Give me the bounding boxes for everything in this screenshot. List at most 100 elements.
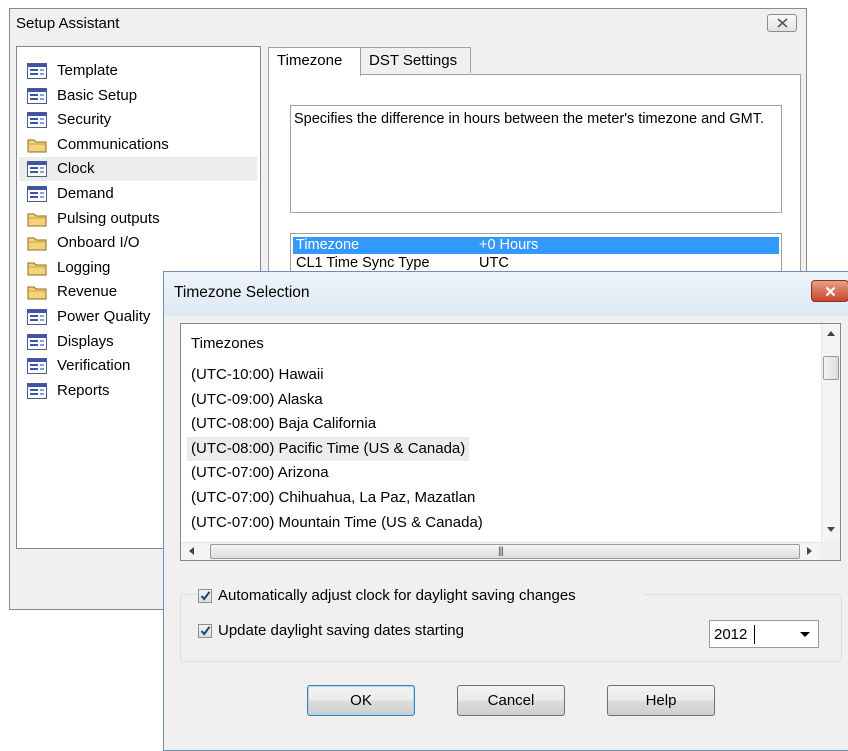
tree-item-template[interactable]: Template (19, 59, 257, 83)
chevron-down-icon[interactable] (800, 632, 810, 637)
tree-item-clock[interactable]: Clock (19, 157, 257, 182)
timezone-list-item[interactable]: (UTC-10:00) Hawaii (187, 363, 328, 387)
setup-title: Setup Assistant (16, 15, 120, 32)
cancel-button-label: Cancel (487, 692, 535, 709)
auto-adjust-label: Automatically adjust clock for daylight … (218, 587, 576, 604)
tree-item-label: Logging (57, 258, 111, 276)
description-box: Specifies the difference in hours betwee… (290, 105, 782, 213)
timezone-label: (UTC-08:00) Pacific Time (US & Canada) (191, 439, 466, 457)
close-icon (777, 18, 788, 28)
tree-item-security[interactable]: Security (19, 108, 257, 132)
tab-timezone-label: Timezone (277, 52, 343, 69)
tree-item-label: Demand (57, 185, 114, 202)
timezone-list-header: Timezones (191, 335, 264, 352)
horizontal-scrollbar[interactable]: ||| (181, 542, 821, 560)
setup-titlebar: Setup Assistant (10, 9, 806, 37)
tree-item-label: Clock (57, 160, 95, 178)
form-icon (27, 333, 47, 350)
tree-item-label: Power Quality (57, 308, 151, 325)
folder-icon (27, 260, 47, 276)
tab-dst-settings[interactable]: DST Settings (360, 47, 471, 73)
timezone-label: (UTC-07:00) Arizona (191, 464, 329, 482)
folder-icon (27, 235, 47, 251)
tz-close-button[interactable] (811, 280, 848, 302)
auto-adjust-checkbox[interactable] (198, 589, 212, 603)
start-year-value: 2012 (714, 626, 748, 643)
tree-item-demand[interactable]: Demand (19, 182, 257, 206)
timezone-label: (UTC-08:00) Baja California (191, 415, 377, 433)
folder-icon (27, 211, 47, 227)
property-value: +0 Hours (479, 237, 539, 253)
timezone-label: (UTC-10:00) Hawaii (191, 366, 324, 383)
tree-item-basic-setup[interactable]: Basic Setup (19, 84, 257, 108)
scroll-grip-icon: ||| (498, 546, 504, 557)
timezone-selection-dialog: Timezone Selection Timezones (UTC-10:00)… (163, 271, 848, 751)
auto-adjust-checkbox-row[interactable]: Automatically adjust clock for daylight … (198, 587, 644, 607)
vertical-scroll-thumb[interactable] (823, 356, 839, 380)
description-text: Specifies the difference in hours betwee… (294, 111, 764, 127)
close-icon (825, 286, 836, 297)
tab-dst-settings-label: DST Settings (369, 52, 458, 69)
tree-item-label: Communications (57, 135, 169, 153)
tree-item-label: Basic Setup (57, 86, 138, 104)
update-dates-checkbox[interactable] (198, 624, 212, 638)
scroll-down-icon[interactable] (827, 527, 835, 532)
tree-item-label: Reports (57, 381, 110, 399)
timezone-list-item[interactable]: (UTC-07:00) Mountain Time (US & Canada) (187, 511, 487, 535)
timezone-list-item[interactable]: (UTC-07:00) Chihuahua, La Paz, Mazatlan (187, 486, 479, 510)
ok-button[interactable]: OK (307, 685, 415, 716)
horizontal-scroll-thumb[interactable]: ||| (210, 544, 800, 559)
property-row-timezone[interactable]: Timezone +0 Hours (293, 237, 779, 254)
help-button[interactable]: Help (607, 685, 715, 716)
tree-item-label: Pulsing outputs (57, 209, 160, 227)
scroll-left-icon[interactable] (189, 547, 194, 555)
start-year-combobox[interactable]: 2012 (709, 620, 819, 648)
form-icon (27, 63, 47, 79)
property-name: Timezone (296, 237, 360, 253)
cancel-button[interactable]: Cancel (457, 685, 565, 716)
tree-item-label: Verification (57, 357, 131, 375)
form-icon (27, 358, 47, 375)
vertical-scrollbar[interactable] (821, 324, 840, 542)
tree-item-label: Displays (57, 332, 114, 350)
scroll-up-icon[interactable] (827, 331, 835, 336)
update-dates-label: Update daylight saving dates starting (218, 622, 464, 639)
property-value: UTC (479, 255, 509, 271)
scroll-right-icon[interactable] (807, 547, 812, 555)
property-name: CL1 Time Sync Type (296, 255, 430, 271)
folder-icon (27, 137, 47, 153)
tz-dialog-title: Timezone Selection (174, 284, 310, 301)
text-caret (754, 625, 755, 644)
timezone-list[interactable]: Timezones (UTC-10:00) Hawaii (UTC-09:00) … (180, 323, 841, 561)
ok-button-label: OK (350, 692, 372, 709)
tree-item-label: Onboard I/O (57, 234, 140, 252)
form-icon (27, 112, 47, 129)
tz-titlebar: Timezone Selection (164, 272, 848, 316)
checkmark-icon (200, 626, 211, 636)
form-icon (27, 382, 47, 399)
help-button-label: Help (645, 692, 677, 709)
tree-item-onboard-i-o[interactable]: Onboard I/O (19, 231, 257, 255)
timezone-label: (UTC-07:00) Mountain Time (US & Canada) (191, 513, 483, 531)
tab-timezone[interactable]: Timezone (268, 47, 361, 76)
tree-item-label: Security (57, 111, 112, 129)
timezone-list-item[interactable]: (UTC-08:00) Pacific Time (US & Canada) (187, 436, 470, 461)
timezone-list-item[interactable]: (UTC-08:00) Baja California (187, 412, 380, 436)
timezone-list-item[interactable]: (UTC-07:00) Arizona (187, 461, 333, 485)
timezone-label: (UTC-07:00) Chihuahua, La Paz, Mazatlan (191, 489, 476, 506)
form-icon (27, 87, 47, 104)
update-dates-checkbox-row[interactable]: Update daylight saving dates starting (198, 622, 528, 642)
form-icon (27, 186, 47, 202)
setup-close-button[interactable] (767, 14, 797, 32)
checkmark-icon (200, 591, 211, 601)
timezone-list-item[interactable]: (UTC-09:00) Alaska (187, 388, 327, 412)
tree-item-label: Revenue (57, 283, 118, 301)
folder-icon (27, 284, 47, 300)
tree-item-pulsing-outputs[interactable]: Pulsing outputs (19, 207, 257, 231)
form-icon (27, 309, 47, 325)
tree-item-communications[interactable]: Communications (19, 133, 257, 157)
scroll-corner (821, 542, 840, 560)
tree-item-label: Template (57, 62, 118, 79)
timezone-label: (UTC-09:00) Alaska (191, 390, 323, 408)
property-row-time-sync[interactable]: CL1 Time Sync Type UTC (293, 255, 779, 272)
